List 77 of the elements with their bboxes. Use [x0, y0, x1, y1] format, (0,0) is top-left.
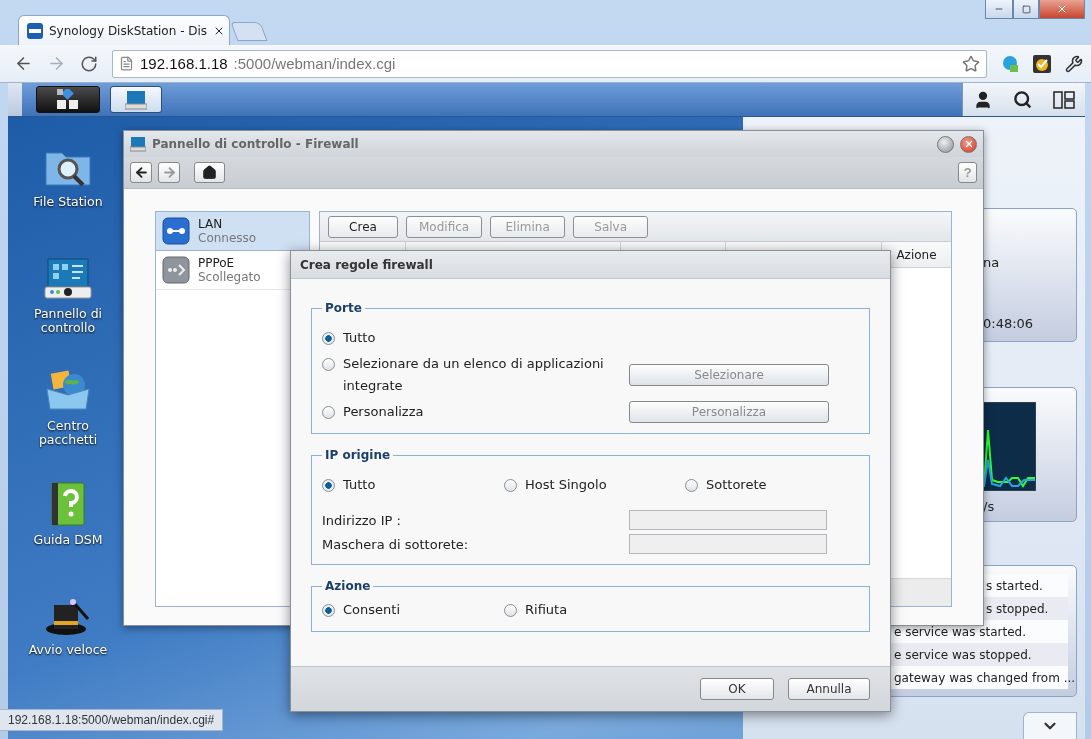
fieldset-legend: Porte: [322, 301, 365, 315]
home-button[interactable]: [194, 162, 226, 183]
collapse-tab[interactable]: [1023, 712, 1077, 739]
radio-button[interactable]: [322, 406, 335, 419]
radio-label[interactable]: Sottorete: [706, 474, 767, 496]
forward-button[interactable]: [158, 162, 181, 183]
dialog-button[interactable]: Annulla: [788, 678, 870, 700]
main-menu-button[interactable]: [36, 86, 100, 113]
fieldset-legend: Azione: [322, 579, 374, 593]
radio-button[interactable]: [322, 604, 335, 617]
close-button[interactable]: [960, 135, 977, 153]
toolbar-button[interactable]: Crea: [328, 215, 398, 238]
dialog-button[interactable]: OK: [700, 678, 774, 700]
status-url: 192.168.1.18:5000/webman/index.cgi#: [0, 709, 224, 731]
back-button[interactable]: [130, 162, 153, 183]
grid-icon: [55, 88, 81, 111]
interface-name: LAN: [198, 217, 224, 231]
network-disconnected-icon: [162, 256, 190, 284]
maximize-button[interactable]: [1013, 0, 1039, 19]
interface-status: Scollegato: [198, 270, 261, 284]
gauge-check-icon[interactable]: [1033, 54, 1051, 73]
close-icon: [963, 139, 974, 149]
desktop-icon-label[interactable]: Guida DSM: [33, 533, 103, 547]
radio-label[interactable]: Rifiuta: [525, 599, 568, 621]
radio-label[interactable]: Personalizza: [343, 401, 424, 423]
radio-button[interactable]: [504, 479, 517, 492]
forward-icon: [161, 165, 177, 180]
back-icon[interactable]: [14, 54, 33, 73]
interface-item[interactable]: LAN Connesso: [156, 212, 309, 251]
radio-button[interactable]: [685, 479, 698, 492]
widget-text: na: [982, 255, 1001, 270]
radio-label[interactable]: Consenti: [343, 599, 400, 621]
minimize-button[interactable]: [937, 135, 954, 153]
widget-text: /s: [982, 499, 996, 514]
home-icon: [202, 165, 218, 180]
widgets-icon[interactable]: [1052, 90, 1075, 109]
window-title: Pannello di controllo - Firewall: [152, 137, 360, 151]
radio-button[interactable]: [322, 358, 335, 371]
cloud-badge-icon[interactable]: [1001, 54, 1019, 73]
maximize-icon: [1021, 4, 1031, 14]
interface-status: Connesso: [198, 231, 257, 245]
radio-label[interactable]: Host Singolo: [525, 474, 607, 496]
control-panel-icon: [43, 257, 93, 301]
close-button[interactable]: [1039, 0, 1085, 19]
radio-label[interactable]: Tutto: [343, 474, 376, 496]
desktop-icon-label[interactable]: Pannello di controllo: [20, 307, 116, 335]
desktop-icon-label[interactable]: File Station: [33, 195, 103, 209]
back-icon: [133, 165, 149, 180]
package-box-icon: [44, 369, 92, 413]
minimize-button[interactable]: [985, 0, 1013, 19]
star-icon[interactable]: [962, 54, 980, 73]
interface-name: PPPoE: [198, 256, 236, 270]
close-icon: [1056, 3, 1068, 15]
radio-button[interactable]: [322, 332, 335, 345]
search-icon[interactable]: [1013, 90, 1033, 109]
network-connected-icon: [162, 217, 190, 245]
help-book-icon: [48, 481, 88, 527]
wrench-icon[interactable]: [1065, 54, 1083, 73]
radio-label[interactable]: Selezionare da un elenco di applicazioni integrate: [343, 353, 622, 397]
field-label: Maschera di sottorete:: [322, 536, 469, 552]
control-panel-icon: [130, 136, 146, 152]
radio-label[interactable]: Tutto: [343, 327, 376, 349]
control-panel-icon: [125, 89, 147, 110]
taskbar-edge: [8, 83, 22, 116]
uptime-text: 0:48:06: [982, 316, 1035, 331]
radio-button[interactable]: [322, 479, 335, 492]
desktop-icon-label[interactable]: Avvio veloce: [28, 643, 108, 657]
page-icon: [119, 56, 134, 71]
field-label: Indirizzo IP :: [322, 512, 401, 528]
radio-button[interactable]: [504, 604, 517, 617]
fieldset-legend: IP origine: [322, 448, 394, 462]
reload-icon[interactable]: [80, 54, 98, 73]
tab-title: Synology DiskStation - Dis: [49, 23, 208, 38]
desktop-icon-label[interactable]: Centro pacchetti: [20, 419, 116, 447]
control-panel-taskbar-button[interactable]: [110, 86, 162, 113]
address-field[interactable]: 192.168.1.18 :5000/webman/index.cgi: [112, 49, 987, 78]
browser-tab[interactable]: Synology DiskStation - Dis: [18, 15, 230, 45]
